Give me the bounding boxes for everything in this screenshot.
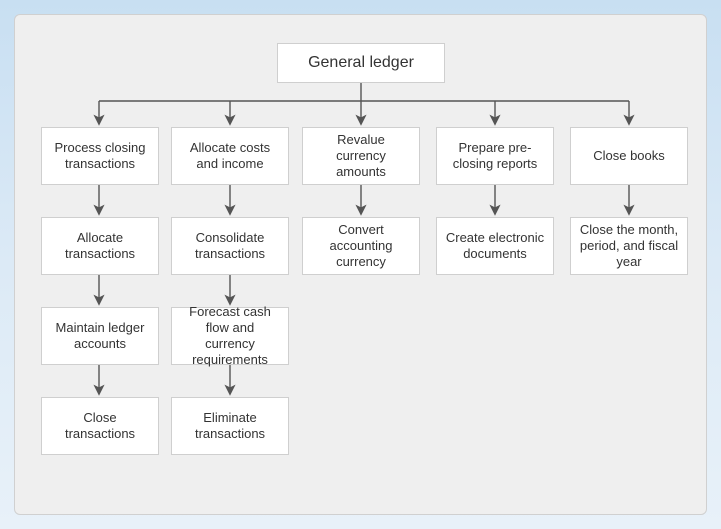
node-consolidate-transactions: Consolidate transactions: [171, 217, 289, 275]
node-process-closing-transactions: Process closing transactions: [41, 127, 159, 185]
node-maintain-ledger-accounts: Maintain ledger accounts: [41, 307, 159, 365]
node-close-books: Close books: [570, 127, 688, 185]
node-close-month-period-year: Close the month, period, and fiscal year: [570, 217, 688, 275]
node-convert-accounting-currency: Convert accounting currency: [302, 217, 420, 275]
node-revalue-currency: Revalue currency amounts: [302, 127, 420, 185]
diagram-panel: General ledger Process closing transacti…: [14, 14, 707, 515]
node-create-electronic-documents: Create electronic documents: [436, 217, 554, 275]
node-prepare-preclosing-reports: Prepare pre-closing reports: [436, 127, 554, 185]
node-forecast-cashflow-currency: Forecast cash flow and currency requirem…: [171, 307, 289, 365]
node-close-transactions: Close transactions: [41, 397, 159, 455]
node-allocate-transactions: Allocate transactions: [41, 217, 159, 275]
node-eliminate-transactions: Eliminate transactions: [171, 397, 289, 455]
node-allocate-costs-income: Allocate costs and income: [171, 127, 289, 185]
node-root: General ledger: [277, 43, 445, 83]
